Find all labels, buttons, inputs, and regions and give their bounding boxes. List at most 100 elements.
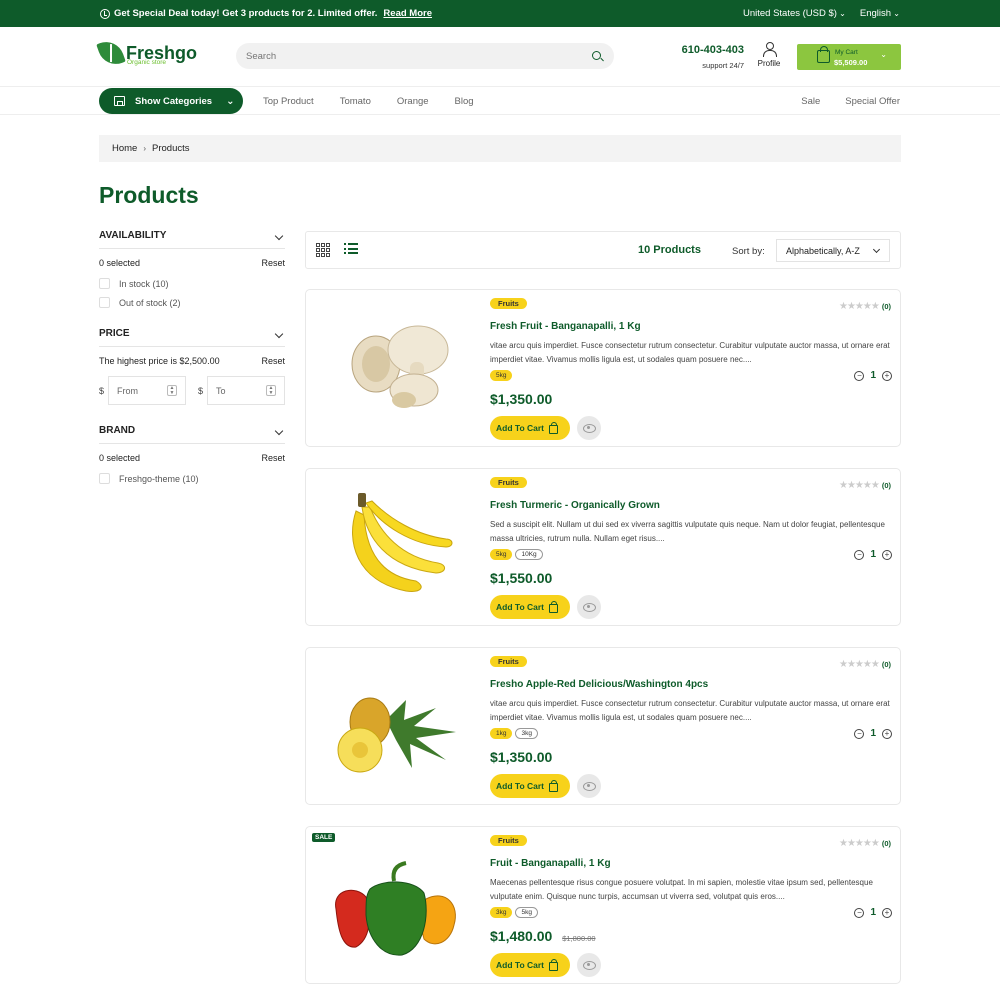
search-bar — [236, 43, 614, 69]
product-card[interactable]: Fruits ★★★★★ (0) Fresho Apple-Red Delicio… — [305, 647, 901, 805]
add-to-cart-button[interactable]: Add To Cart — [490, 416, 570, 440]
category-badge: Fruits — [490, 477, 527, 488]
user-icon — [763, 42, 777, 57]
show-categories-button[interactable]: Show Categories ⌄ — [99, 88, 243, 114]
category-badge: Fruits — [490, 298, 527, 309]
size-option[interactable]: 10Kg — [515, 549, 543, 560]
brand-filter: BRAND 0 selected Reset Freshgo-theme (10… — [99, 425, 285, 484]
checkbox[interactable] — [99, 473, 110, 484]
nav-link-tomato[interactable]: Tomato — [340, 96, 371, 107]
filter-option-in-stock[interactable]: In stock (10) — [99, 278, 285, 289]
size-option[interactable]: 5kg — [490, 370, 513, 381]
product-name[interactable]: Fruit - Banganapalli, 1 Kg — [490, 858, 611, 869]
product-image[interactable] — [326, 481, 466, 615]
search-icon[interactable] — [592, 51, 601, 60]
availability-selected-count: 0 selected — [99, 258, 141, 268]
size-option[interactable]: 1kg — [490, 728, 513, 739]
availability-filter-header[interactable]: AVAILABILITY — [99, 230, 285, 249]
nav-link-blog[interactable]: Blog — [455, 96, 474, 107]
stepper-icon[interactable]: ▲ ▼ — [167, 385, 177, 396]
rating-stars: ★★★★★ (0) — [839, 838, 891, 849]
plus-icon[interactable]: + — [882, 907, 892, 918]
list-view-icon[interactable] — [344, 243, 358, 257]
read-more-link[interactable]: Read More — [383, 8, 432, 19]
product-name[interactable]: Fresh Turmeric - Organically Grown — [490, 500, 660, 511]
plus-icon[interactable]: + — [882, 728, 892, 739]
minus-icon[interactable]: − — [854, 907, 865, 918]
nav-link-orange[interactable]: Orange — [397, 96, 429, 107]
filter-option-out-of-stock[interactable]: Out of stock (2) — [99, 297, 285, 308]
price-reset-link[interactable]: Reset — [261, 356, 285, 366]
size-options: 1kg 3kg — [490, 728, 538, 739]
rating-count: (0) — [881, 302, 891, 311]
currency-selector[interactable]: United States (USD $) — [743, 8, 846, 19]
size-option[interactable]: 3kg — [515, 728, 538, 739]
brand-reset-link[interactable]: Reset — [261, 453, 285, 463]
sort-label: Sort by: — [732, 246, 765, 257]
product-image[interactable] — [326, 302, 466, 436]
sort-select[interactable]: Alphabetically, A-Z — [776, 239, 890, 262]
quantity-stepper: − 1 + — [854, 907, 892, 918]
availability-title: AVAILABILITY — [99, 230, 167, 241]
nav-link-top-product[interactable]: Top Product — [263, 96, 314, 107]
bag-icon — [549, 780, 559, 792]
rating-count: (0) — [881, 660, 891, 669]
chevron-down-icon: ⌄ — [226, 95, 235, 107]
chevron-down-icon — [274, 231, 284, 240]
profile-button[interactable]: Profile — [755, 42, 783, 68]
minus-icon[interactable]: − — [854, 728, 865, 739]
plus-icon[interactable]: + — [882, 370, 892, 381]
product-price: $1,350.00 — [490, 749, 553, 765]
product-image[interactable] — [326, 660, 466, 794]
checkbox[interactable] — [99, 278, 110, 289]
quick-view-eye-icon[interactable] — [577, 416, 601, 440]
bag-icon — [549, 601, 559, 613]
breadcrumb-home[interactable]: Home — [112, 143, 137, 154]
nav-link-sale[interactable]: Sale — [801, 96, 820, 107]
filter-option-freshgo-theme[interactable]: Freshgo-theme (10) — [99, 473, 285, 484]
phone-number: 610-403-403 — [681, 44, 744, 56]
rating-stars: ★★★★★ (0) — [839, 301, 891, 312]
product-card[interactable]: Fruits ★★★★★ (0) Fresh Turmeric - Organic… — [305, 468, 901, 626]
size-option[interactable]: 5kg — [515, 907, 538, 918]
shopping-bag-icon — [817, 46, 830, 63]
price-from-placeholder: From — [117, 385, 139, 396]
bag-icon — [549, 422, 559, 434]
logo[interactable]: Freshgo Organic store — [96, 37, 197, 69]
add-to-cart-button[interactable]: Add To Cart — [490, 953, 570, 977]
checkbox[interactable] — [99, 297, 110, 308]
add-to-cart-button[interactable]: Add To Cart — [490, 595, 570, 619]
quantity-value: 1 — [870, 907, 876, 918]
grid-view-icon[interactable] — [316, 243, 330, 257]
product-image[interactable] — [326, 839, 466, 973]
brand-filter-header[interactable]: BRAND — [99, 425, 285, 444]
stepper-icon[interactable]: ▲ ▼ — [266, 385, 276, 396]
nav-link-special-offer[interactable]: Special Offer — [845, 96, 900, 107]
size-option[interactable]: 3kg — [490, 907, 513, 918]
product-card[interactable]: SALE Fruits ★★★★★ (0) Fruit - Banganapall… — [305, 826, 901, 984]
plus-icon[interactable]: + — [882, 549, 892, 560]
product-name[interactable]: Fresh Fruit - Banganapalli, 1 Kg — [490, 321, 641, 332]
breadcrumb: Home › Products — [99, 135, 901, 162]
price-filter-header[interactable]: PRICE — [99, 328, 285, 347]
price-from-input[interactable]: From ▲ ▼ — [108, 376, 186, 405]
product-name[interactable]: Fresho Apple-Red Delicious/Washington 4p… — [490, 679, 708, 690]
availability-reset-link[interactable]: Reset — [261, 258, 285, 268]
price-to-input[interactable]: To ▲ ▼ — [207, 376, 285, 405]
search-input[interactable] — [236, 43, 566, 69]
price-filter: PRICE The highest price is $2,500.00 Res… — [99, 328, 285, 405]
rating-stars: ★★★★★ (0) — [839, 659, 891, 670]
chevron-down-icon — [274, 426, 284, 435]
promo-text: Get Special Deal today! Get 3 products f… — [114, 8, 378, 19]
minus-icon[interactable]: − — [854, 549, 865, 560]
quick-view-eye-icon[interactable] — [577, 595, 601, 619]
cart-button[interactable]: My Cart $5,509.00 ⌄ — [797, 44, 901, 70]
size-option[interactable]: 5kg — [490, 549, 513, 560]
quick-view-eye-icon[interactable] — [577, 953, 601, 977]
add-to-cart-button[interactable]: Add To Cart — [490, 774, 570, 798]
quick-view-eye-icon[interactable] — [577, 774, 601, 798]
product-description: vitae arcu quis imperdiet. Fusce consect… — [490, 699, 890, 722]
language-selector[interactable]: English — [860, 8, 900, 19]
product-card[interactable]: Fruits ★★★★★ (0) Fresh Fruit - Banganapal… — [305, 289, 901, 447]
minus-icon[interactable]: − — [854, 370, 865, 381]
